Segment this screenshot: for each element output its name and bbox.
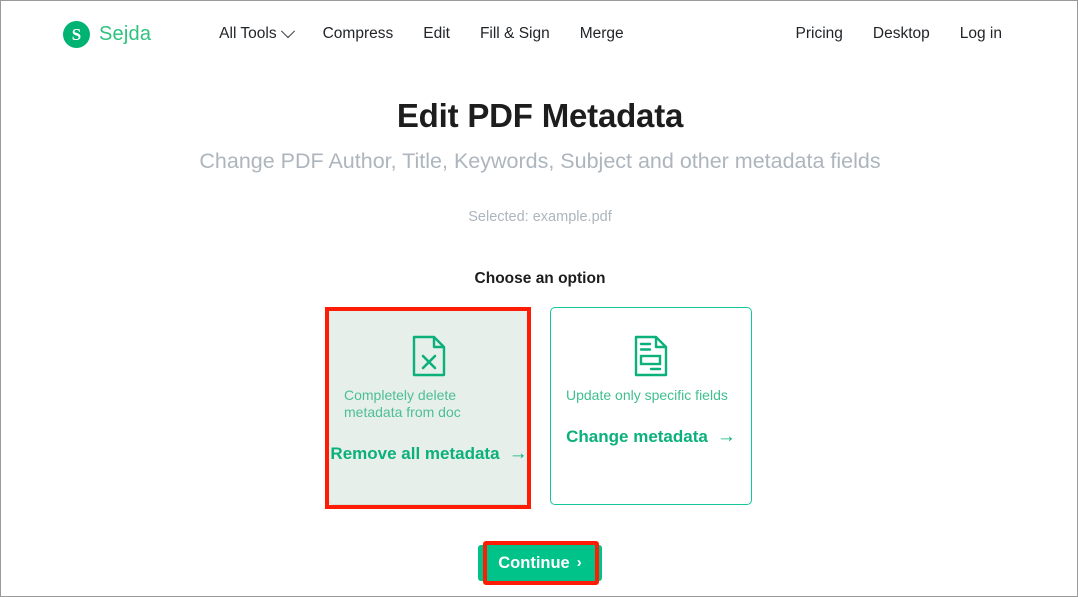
primary-nav: All Tools Compress Edit Fill & Sign Merg… <box>219 24 624 43</box>
selected-file-label: Selected: example.pdf <box>468 209 612 225</box>
arrow-right-icon: → <box>716 426 736 447</box>
chevron-down-icon <box>280 24 295 39</box>
chevron-right-icon: › <box>576 554 582 571</box>
option-card-change-metadata[interactable]: Update only specific fields Change metad… <box>550 307 752 505</box>
option-card-remove-all-metadata[interactable]: Completely delete metadata from doc Remo… <box>328 307 530 505</box>
continue-button-row: Continue › <box>1 545 1077 581</box>
page-subtitle: Change PDF Author, Title, Keywords, Subj… <box>199 149 881 173</box>
nav-item-all-tools-label: All Tools <box>219 25 277 42</box>
nav-item-compress[interactable]: Compress <box>323 25 394 43</box>
arrow-right-icon: → <box>508 443 528 464</box>
continue-button-label: Continue <box>498 554 570 572</box>
browser-page: S Sejda All Tools Compress Edit Fill & S… <box>0 0 1078 597</box>
main-content: Edit PDF Metadata Change PDF Author, Tit… <box>1 67 1077 288</box>
page-title: Edit PDF Metadata <box>396 97 684 134</box>
option-card-action-label: Remove all metadata <box>330 444 500 463</box>
option-card-description: Update only specific fields <box>566 387 728 403</box>
option-card-description: Completely delete metadata from doc <box>344 387 461 420</box>
sejda-logo[interactable]: S Sejda <box>63 20 152 48</box>
nav-item-log-in[interactable]: Log in <box>960 25 1002 43</box>
nav-item-desktop[interactable]: Desktop <box>873 25 930 43</box>
nav-item-merge[interactable]: Merge <box>580 25 624 43</box>
site-header: S Sejda All Tools Compress Edit Fill & S… <box>1 1 1077 67</box>
document-x-icon <box>412 334 446 378</box>
document-fields-icon <box>634 334 668 378</box>
choose-an-option-label: Choose an option <box>474 270 606 287</box>
nav-item-pricing[interactable]: Pricing <box>796 25 843 43</box>
nav-item-edit[interactable]: Edit <box>423 25 450 43</box>
secondary-nav: Pricing Desktop Log in <box>796 25 1003 43</box>
option-card-action-label: Change metadata <box>566 427 708 446</box>
nav-item-all-tools[interactable]: All Tools <box>219 24 295 43</box>
option-card-list: Completely delete metadata from doc Remo… <box>1 307 1077 505</box>
sejda-logo-mark: S <box>63 20 90 48</box>
sejda-logo-text: Sejda <box>99 22 152 45</box>
nav-item-fill-and-sign[interactable]: Fill & Sign <box>480 25 550 43</box>
option-card-action: Remove all metadata → <box>330 443 527 464</box>
option-card-action: Change metadata → <box>566 426 736 447</box>
continue-button[interactable]: Continue › <box>478 545 602 581</box>
